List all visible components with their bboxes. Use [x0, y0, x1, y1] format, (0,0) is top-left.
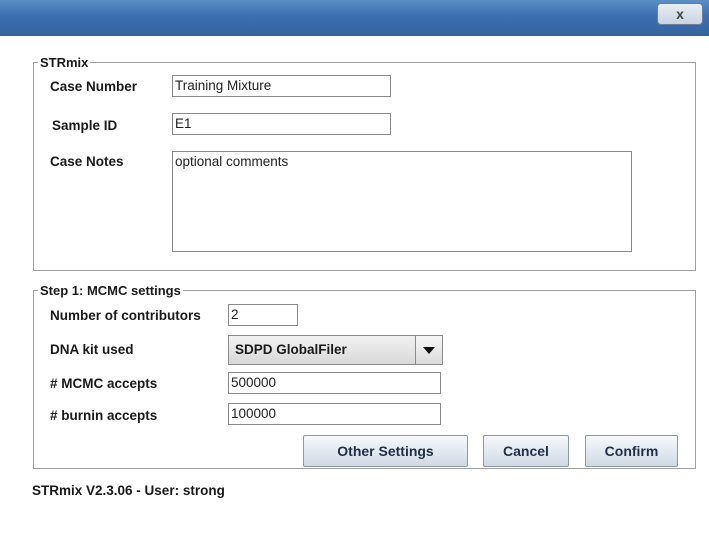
dna-kit-dropdown[interactable]: SDPD GlobalFiler — [228, 335, 443, 365]
mcmc-accepts-label: # MCMC accepts — [50, 376, 158, 391]
case-number-field[interactable]: Training Mixture — [172, 75, 391, 97]
confirm-button[interactable]: Confirm — [585, 435, 678, 467]
status-text: STRmix V2.3.06 - User: strong — [32, 483, 225, 498]
case-number-label: Case Number — [50, 79, 138, 94]
sample-id-field[interactable]: E1 — [172, 113, 391, 135]
dropdown-arrow-button[interactable] — [415, 336, 442, 364]
close-icon: x — [676, 6, 684, 22]
sample-id-label: Sample ID — [52, 118, 118, 133]
dna-kit-selected: SDPD GlobalFiler — [235, 342, 347, 357]
case-notes-textarea[interactable]: optional comments — [172, 151, 632, 252]
dna-kit-label: DNA kit used — [50, 342, 134, 357]
other-settings-button[interactable]: Other Settings — [303, 435, 468, 467]
mcmc-accepts-field[interactable]: 500000 — [228, 372, 441, 394]
window-titlebar[interactable]: x — [0, 0, 709, 36]
cancel-button[interactable]: Cancel — [483, 435, 569, 467]
dialog-content: STRmix Case Number Training Mixture Samp… — [12, 36, 709, 545]
window-close-button[interactable]: x — [657, 3, 703, 25]
burnin-accepts-label: # burnin accepts — [50, 408, 158, 423]
case-notes-label: Case Notes — [50, 154, 124, 169]
burnin-accepts-field[interactable]: 100000 — [228, 403, 441, 425]
contributors-field[interactable]: 2 — [228, 304, 298, 326]
contributors-label: Number of contributors — [50, 308, 201, 323]
chevron-down-icon — [423, 347, 435, 354]
mcmc-settings-legend: Step 1: MCMC settings — [40, 283, 181, 298]
strmix-group-legend: STRmix — [40, 55, 89, 70]
